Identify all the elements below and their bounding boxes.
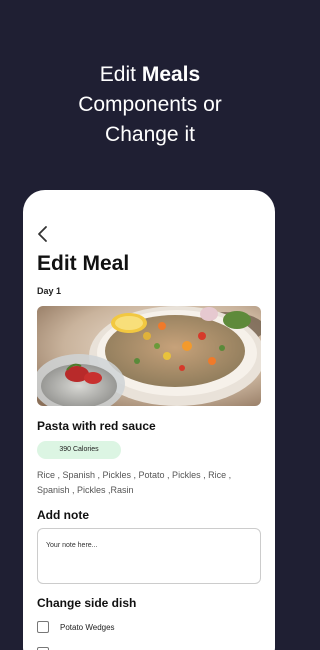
chevron-left-icon (38, 226, 47, 242)
day-label: Day 1 (37, 286, 62, 296)
headline-line-2: Components or (78, 93, 222, 116)
headline-line-1: Edit Meals (99, 63, 201, 86)
note-input[interactable] (37, 528, 261, 584)
side-dish-label: Change side dish (37, 596, 137, 610)
phone-screen: Edit Meal Day 1 Pasta with red sauce 390… (23, 190, 275, 650)
side-dish-option-label: Potato Wedges (60, 622, 115, 632)
calories-badge: 390 Calories (37, 441, 121, 459)
back-button[interactable] (35, 224, 53, 244)
side-dish-option[interactable]: Potato Wedges (37, 621, 115, 633)
meal-photo (37, 306, 261, 406)
add-note-label: Add note (37, 508, 89, 522)
headline-line-3: Change it (105, 123, 195, 146)
checkbox-icon[interactable] (37, 621, 49, 633)
meal-name: Pasta with red sauce (37, 419, 156, 433)
headline-bold-word: Meals (141, 63, 201, 86)
page-title: Edit Meal (37, 252, 130, 275)
ingredients-list: Rice , Spanish , Pickles , Potato , Pick… (37, 470, 232, 495)
promo-headline: Edit Meals Components or Change it (0, 60, 300, 150)
